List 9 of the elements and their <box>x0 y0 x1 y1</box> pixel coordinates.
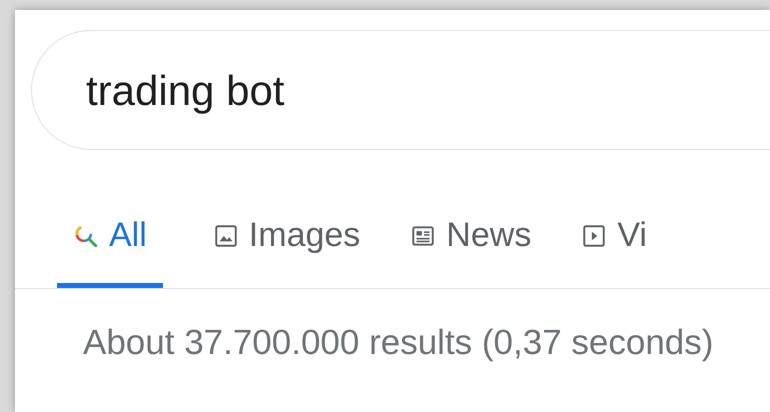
tab[interactable]: Images <box>212 210 360 288</box>
tab[interactable]: All <box>57 210 163 288</box>
play-icon <box>581 222 608 248</box>
search-query: trading bot <box>86 66 284 116</box>
search-field[interactable]: trading bot <box>31 30 770 150</box>
result-stats: About 37.700.000 results (0,37 seconds) <box>83 323 714 362</box>
image-icon <box>212 222 239 248</box>
tab[interactable]: Vi <box>581 210 647 288</box>
tab[interactable]: News <box>410 210 532 288</box>
